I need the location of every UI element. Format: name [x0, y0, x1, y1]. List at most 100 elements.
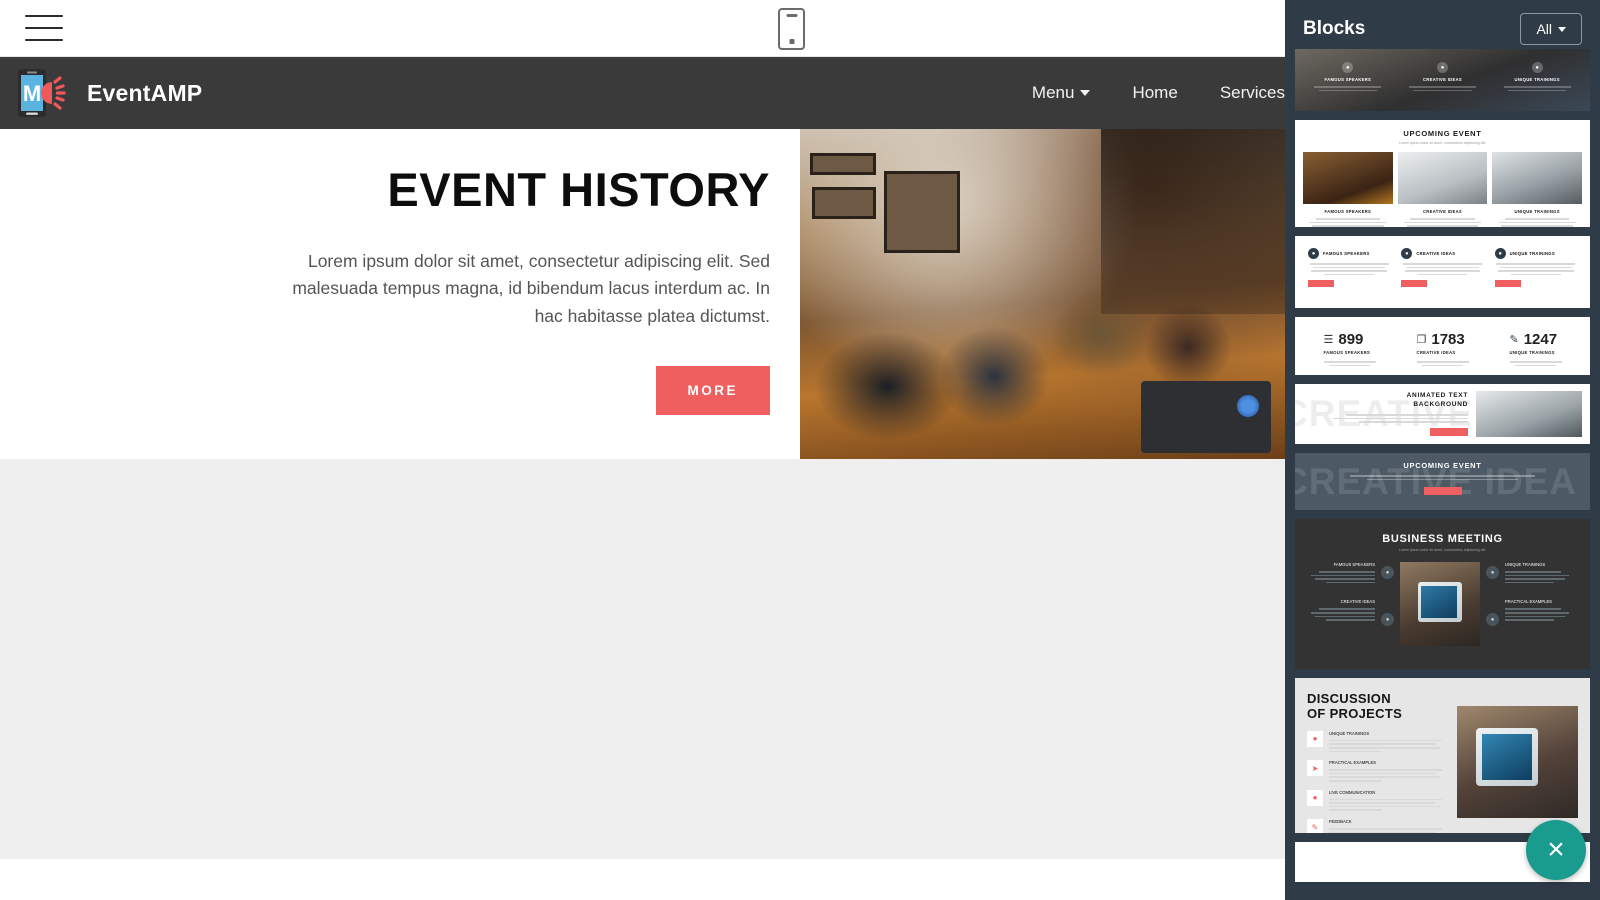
site-preview-canvas: M EventAMP Menu Home Services EVENT HIST…	[0, 57, 1285, 900]
block-subtitle: Lorem ipsum dolor sit amet, consectetur …	[1398, 548, 1487, 552]
block-thumb-business-meeting[interactable]: BUSINESS MEETING Lorem ipsum dolor sit a…	[1295, 519, 1590, 669]
card-title: UNIQUE TRAININGS	[1514, 209, 1560, 214]
event-history-photo	[800, 129, 1285, 459]
card-title: FAMOUS SPEAKERS	[1323, 251, 1370, 256]
list-item: ● UNIQUE TRAININGS	[1492, 245, 1580, 290]
counter-number: 1247	[1523, 331, 1558, 348]
chat-icon: ●	[1486, 566, 1499, 579]
hamburger-icon[interactable]	[25, 15, 63, 41]
card-title: FEEDBACK	[1329, 819, 1352, 824]
list-item: ● CREATIVE IDEAS	[1398, 59, 1488, 96]
card-title: CREATIVE IDEAS	[1416, 251, 1456, 256]
card-title: PRACTICAL EXAMPLES	[1329, 760, 1377, 766]
block-title: BUSINESS MEETING	[1382, 533, 1503, 545]
paper-plane-icon: ●	[1486, 613, 1499, 626]
list-item: ☰ 899 FAMOUS SPEAKERS	[1323, 331, 1376, 368]
block-thumb-upcoming-event-cards[interactable]: UPCOMING EVENT Lorem ipsum dolor sit ame…	[1295, 120, 1590, 227]
card-title: FAMOUS SPEAKERS	[1333, 562, 1375, 567]
chevron-down-icon	[1080, 90, 1091, 96]
mobile-preview-icon[interactable]	[778, 8, 805, 50]
chat-icon: ●	[1307, 789, 1323, 806]
card-title: UNIQUE TRAININGS	[1509, 251, 1555, 256]
card-more-button	[1308, 280, 1334, 288]
card-title: FAMOUS SPEAKERS	[1324, 77, 1372, 82]
list-item: UNIQUE TRAININGS	[1505, 562, 1575, 584]
list-item: ✎ FEEDBACK	[1307, 819, 1447, 833]
nav-link-home[interactable]: Home	[1132, 83, 1177, 103]
list-item: ● LIVE COMMUNICATION	[1307, 789, 1447, 813]
block-title: UPCOMING EVENT	[1403, 129, 1482, 138]
counter-number: 1783	[1431, 331, 1465, 348]
learn-more-button	[1430, 427, 1468, 436]
bulb-icon: ●	[1437, 62, 1448, 73]
card-title: CREATIVE IDEAS	[1422, 77, 1463, 82]
blocks-panel: Blocks All ● FAMOUS SPEAKERS ● CREATIVE	[1285, 0, 1600, 900]
copy-icon: ❐	[1416, 334, 1427, 346]
block-thumb-counters[interactable]: ☰ 899 FAMOUS SPEAKERS ❐ 1783 CREATIVE IDEA…	[1295, 317, 1590, 375]
list-item: CREATIVE IDEAS	[1397, 152, 1488, 227]
builder-toolbar	[0, 0, 1285, 57]
site-navbar: M EventAMP Menu Home Services	[0, 57, 1285, 129]
card-more-button	[1401, 280, 1428, 288]
block-event-history[interactable]: EVENT HISTORY Lorem ipsum dolor sit amet…	[0, 129, 1285, 459]
card-title: CREATIVE IDEAS	[1340, 599, 1375, 605]
list-item: PRACTICAL EXAMPLES	[1505, 599, 1575, 621]
list-item: ❐ 1783 CREATIVE IDEAS	[1416, 331, 1469, 368]
brand-name: EventAMP	[87, 79, 203, 106]
edit-icon: ✎	[1307, 819, 1323, 833]
learn-more-button	[1423, 487, 1462, 496]
blocks-filter-dropdown[interactable]: All	[1520, 12, 1582, 45]
bulb-icon: ●	[1381, 613, 1394, 626]
list-item: UNIQUE TRAININGS	[1492, 152, 1583, 227]
blocks-panel-title: Blocks	[1303, 17, 1366, 39]
counter-number: 899	[1338, 331, 1364, 348]
chat-icon: ●	[1307, 730, 1323, 747]
pencil-icon: ✎	[1509, 334, 1519, 346]
card-title: PRACTICAL EXAMPLES	[1505, 599, 1553, 605]
list-item: ➤ PRACTICAL EXAMPLES	[1307, 760, 1447, 783]
site-nav-links: Menu Home Services	[1032, 57, 1285, 129]
block-title-line1: ANIMATED TEXT	[1406, 392, 1468, 400]
card-title: UNIQUE TRAININGS	[1514, 77, 1560, 82]
list-item: ● UNIQUE TRAININGS	[1307, 730, 1447, 754]
brand[interactable]: M EventAMP	[15, 67, 202, 119]
block-title-line2: BACKGROUND	[1413, 400, 1468, 408]
mobirise-logo-icon: M	[15, 67, 67, 119]
chevron-down-icon	[1558, 26, 1566, 32]
block-thumb-upcoming-event-ghost[interactable]: CREATIVE IDEA UPCOMING EVENT	[1295, 453, 1590, 510]
card-more-button	[1494, 280, 1521, 288]
blocks-filter-label: All	[1536, 20, 1552, 37]
nav-link-menu[interactable]: Menu	[1032, 83, 1091, 103]
list-item: ● FAMOUS SPEAKERS	[1305, 245, 1393, 290]
event-history-text: EVENT HISTORY Lorem ipsum dolor sit amet…	[0, 129, 800, 459]
block-thumb-features-overlay[interactable]: ● FAMOUS SPEAKERS ● CREATIVE IDEAS ● UNI…	[1295, 49, 1590, 111]
card-title: FAMOUS SPEAKERS	[1324, 209, 1372, 214]
block-thumb-discussion-of-projects[interactable]: DISCUSSION OF PROJECTS ● UNIQUE TRAINING…	[1295, 678, 1590, 833]
block-thumb-animated-text-background[interactable]: CREATIVE IDEA ANIMATED TEXT BACKGROUND	[1295, 384, 1590, 444]
card-title: UNIQUE TRAININGS	[1505, 562, 1546, 567]
counter-caption: CREATIVE IDEAS	[1416, 350, 1456, 355]
block-video-presentation[interactable]: New Mobirise Website Builder 3.0 MOBIRIS…	[0, 459, 1285, 859]
bulb-icon: ●	[1401, 248, 1413, 259]
block-thumb-features-icons[interactable]: ● FAMOUS SPEAKERS ● CREATIVE IDEAS ● UNIQUE…	[1295, 236, 1590, 308]
people-icon: ●	[1381, 566, 1394, 579]
chat-icon: ●	[1531, 62, 1543, 73]
list-item: ✎ 1247 UNIQUE TRAININGS	[1509, 331, 1562, 368]
event-history-title: EVENT HISTORY	[387, 163, 770, 216]
counter-caption: UNIQUE TRAININGS	[1509, 350, 1555, 355]
list-item: CREATIVE IDEAS	[1305, 599, 1375, 621]
list-icon: ☰	[1323, 334, 1334, 346]
list-item: ● CREATIVE IDEAS	[1398, 245, 1486, 290]
list-item: ● FAMOUS SPEAKERS	[1303, 59, 1393, 96]
card-title: LIVE COMMUNICATION	[1329, 789, 1376, 795]
mobirise-builder-window: M EventAMP Menu Home Services EVENT HIST…	[0, 0, 1600, 900]
block-subtitle: Lorem ipsum dolor sit amet, consectetur …	[1398, 141, 1487, 145]
list-item: FAMOUS SPEAKERS	[1303, 152, 1393, 227]
event-history-more-button[interactable]: MORE	[655, 365, 770, 415]
list-item: ● UNIQUE TRAININGS	[1492, 59, 1582, 96]
nav-link-services[interactable]: Services	[1220, 83, 1285, 103]
person-icon: ●	[1308, 248, 1319, 259]
close-blocks-panel-button[interactable]: ×	[1526, 820, 1586, 880]
list-item: FAMOUS SPEAKERS	[1305, 562, 1375, 584]
event-history-paragraph: Lorem ipsum dolor sit amet, consectetur …	[292, 251, 770, 326]
